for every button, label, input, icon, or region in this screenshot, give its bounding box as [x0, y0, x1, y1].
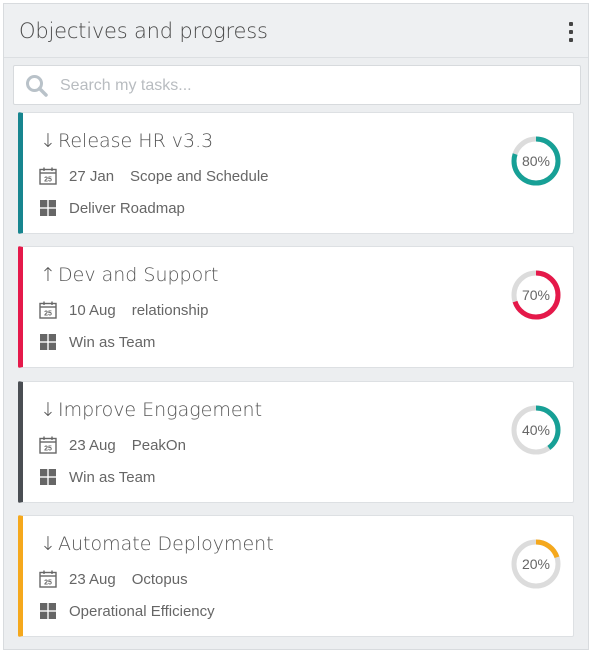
- objectives-panel: Objectives and progress ↓Release HR v3.3…: [3, 3, 589, 650]
- task-meta-row: 25 10 Aug relationship: [39, 300, 208, 320]
- svg-text:25: 25: [44, 310, 52, 317]
- task-goal-row: Win as Team: [39, 332, 155, 352]
- task-category: Octopus: [131, 570, 188, 588]
- progress-ring: 40%: [509, 403, 563, 457]
- panel-title: Objectives and progress: [19, 19, 268, 43]
- arrow-up-icon: ↑: [40, 264, 56, 286]
- svg-text:25: 25: [44, 176, 52, 183]
- task-category: PeakOn: [131, 436, 186, 454]
- search-box: [13, 65, 581, 105]
- goal-grid-icon: [40, 603, 56, 619]
- calendar-icon: 25: [39, 167, 57, 185]
- panel-header: Objectives and progress: [4, 4, 588, 58]
- arrow-down-icon: ↓: [40, 533, 56, 555]
- goal-grid-icon: [40, 469, 56, 485]
- progress-label: 70%: [521, 287, 551, 303]
- task-meta-row: 25 23 Aug Octopus: [39, 569, 188, 589]
- svg-text:25: 25: [44, 579, 52, 586]
- calendar-icon: 25: [39, 570, 57, 588]
- task-title: Automate Deployment: [58, 533, 274, 555]
- task-category: Scope and Schedule: [130, 167, 269, 185]
- task-title-row: ↓ Release HR v3.3: [40, 130, 213, 152]
- task-card[interactable]: ↓ Release HR v3.3 25 27 Jan Scope and Sch…: [18, 112, 574, 234]
- task-goal: Operational Efficiency: [69, 602, 215, 620]
- svg-text:25: 25: [44, 445, 52, 452]
- task-goal-row: Win as Team: [39, 467, 155, 487]
- task-meta-row: 25 27 Jan Scope and Schedule: [39, 166, 269, 186]
- task-title: Improve Engagement: [58, 399, 263, 421]
- task-category: relationship: [131, 301, 209, 319]
- task-card[interactable]: ↑Dev and Support 25 10 Aug relationship: [18, 246, 574, 368]
- progress-ring: 20%: [509, 537, 563, 591]
- arrow-down-icon: ↓: [40, 399, 56, 421]
- task-goal: Win as Team: [69, 333, 156, 351]
- calendar-icon: 25: [39, 301, 57, 319]
- calendar-icon: 25: [39, 436, 57, 454]
- task-title-row: ↓ Automate Deployment: [40, 533, 274, 555]
- task-date: 10 Aug: [69, 301, 116, 319]
- task-goal: Win as Team: [69, 468, 156, 486]
- arrow-down-icon: ↓: [40, 130, 56, 152]
- task-card[interactable]: ↓ Improve Engagement 25 23 Aug PeakOn Wi…: [18, 381, 574, 503]
- goal-grid-icon: [40, 200, 56, 216]
- progress-ring: 70%: [509, 268, 563, 322]
- search-input[interactable]: [60, 74, 560, 98]
- task-date: 27 Jan: [69, 167, 115, 185]
- goal-grid-icon: [40, 334, 56, 350]
- task-date: 23 Aug: [69, 570, 116, 588]
- progress-label: 40%: [521, 422, 551, 438]
- progress-label: 20%: [521, 556, 551, 572]
- search-icon: [26, 75, 48, 97]
- task-goal: Deliver Roadmap: [69, 199, 185, 217]
- progress-ring: 80%: [509, 134, 563, 188]
- kebab-menu-icon[interactable]: [566, 22, 576, 42]
- task-date: 23 Aug: [69, 436, 116, 454]
- progress-label: 80%: [521, 153, 551, 169]
- task-title-row: ↑ Dev and Support: [40, 264, 219, 286]
- task-title: Dev and Support: [58, 264, 219, 286]
- task-goal-row: Operational Efficiency: [39, 601, 215, 621]
- task-goal-row: Deliver Roadmap: [39, 198, 185, 218]
- task-title: Release HR v3.3: [58, 130, 214, 152]
- task-meta-row: 25 23 Aug PeakOn: [39, 435, 186, 455]
- task-title-row: ↓ Improve Engagement: [40, 399, 262, 421]
- task-card[interactable]: ↓Automate Deployment 25 23 Aug Octopus: [18, 515, 574, 637]
